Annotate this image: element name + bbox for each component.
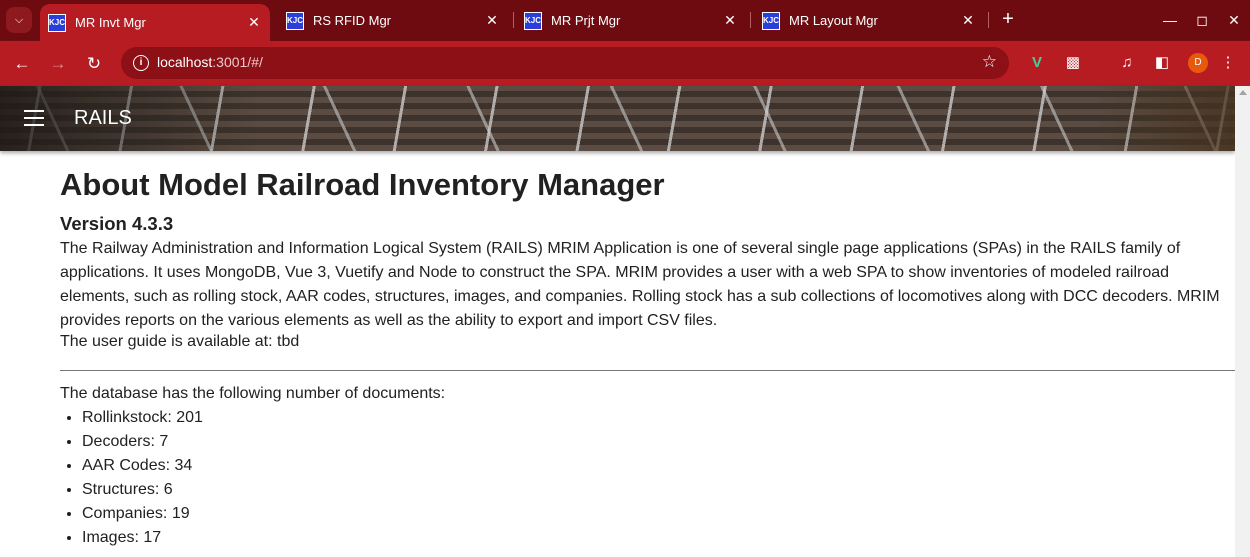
favicon-icon: KJC [286, 11, 304, 30]
plus-icon: + [1002, 8, 1014, 30]
version-heading: Version 4.3.3 [60, 213, 174, 234]
extensions-icon[interactable]: ▩ [1062, 52, 1084, 74]
close-icon[interactable]: ✕ [720, 12, 740, 29]
media-controls-icon[interactable]: ♫ [1116, 52, 1138, 74]
close-icon[interactable]: ✕ [244, 14, 264, 31]
app-bar: RAILS [0, 86, 1235, 151]
chevron-down-icon: ⌵ [14, 13, 24, 26]
browser-toolbar: ← → ↻ i localhost:3001/#/ ☆ V ▩ ♫ ◧ ⋮ [0, 41, 1250, 86]
url-host: localhost [157, 54, 213, 70]
minimize-icon: — [1163, 12, 1177, 28]
hamburger-menu-icon[interactable] [24, 110, 44, 126]
tab-separator [988, 12, 989, 28]
tab-separator [513, 12, 514, 28]
description-paragraph: The Railway Administration and Informati… [60, 240, 1220, 329]
tab-mr-prjt-mgr[interactable]: KJC MR Prjt Mgr ✕ [516, 0, 746, 41]
close-icon[interactable]: ✕ [482, 12, 502, 29]
reload-button[interactable]: ↻ [81, 51, 107, 77]
url-path: :3001/#/ [212, 54, 263, 70]
tab-separator [750, 12, 751, 28]
more-menu-icon[interactable]: ⋮ [1217, 52, 1239, 74]
database-intro: The database has the following number of… [60, 385, 446, 402]
tab-mr-layout-mgr[interactable]: KJC MR Layout Mgr ✕ [754, 0, 984, 41]
app-title: RAILS [74, 107, 132, 129]
close-window-button[interactable]: ✕ [1219, 8, 1249, 32]
address-bar[interactable]: i localhost:3001/#/ ☆ [121, 47, 1009, 79]
user-guide-text: The user guide is available at: tbd [60, 333, 300, 350]
forward-button[interactable]: → [45, 51, 71, 77]
side-panel-icon[interactable]: ◧ [1151, 52, 1173, 74]
arrow-left-icon: ← [13, 54, 31, 73]
info-icon[interactable]: i [133, 55, 149, 71]
list-item: AAR Codes: 34 [82, 454, 203, 478]
minimize-button[interactable]: — [1155, 8, 1185, 32]
back-button[interactable]: ← [9, 51, 35, 77]
divider [60, 370, 1235, 371]
tab-search-button[interactable]: ⌵ [6, 7, 32, 33]
tab-title: RS RFID Mgr [313, 13, 391, 28]
list-item: Rollinkstock: 201 [82, 406, 203, 430]
maximize-button[interactable]: ◻ [1187, 8, 1217, 32]
tab-title: MR Prjt Mgr [551, 13, 621, 28]
list-item: Companies: 19 [82, 502, 203, 526]
favicon-icon: KJC [524, 11, 542, 30]
app-bar-overlay [1095, 86, 1235, 151]
list-item: Structures: 6 [82, 478, 203, 502]
vue-devtools-icon[interactable]: V [1026, 52, 1048, 74]
reload-icon: ↻ [86, 54, 102, 73]
document-counts-list: Rollinkstock: 201 Decoders: 7 AAR Codes:… [60, 406, 203, 550]
new-tab-button[interactable]: + [996, 8, 1020, 32]
browser-tabstrip: ⌵ KJC MR Invt Mgr ✕ KJC RS RFID Mgr ✕ KJ… [0, 0, 1250, 41]
list-item: Decoders: 7 [82, 430, 203, 454]
list-item: Images: 17 [82, 526, 203, 550]
favicon-icon: KJC [48, 13, 66, 32]
maximize-icon: ◻ [1196, 12, 1208, 28]
tab-title: MR Layout Mgr [789, 13, 878, 28]
scroll-up-icon[interactable] [1239, 90, 1247, 95]
favicon-icon: KJC [762, 11, 780, 30]
close-icon[interactable]: ✕ [958, 12, 978, 29]
tab-title: MR Invt Mgr [75, 15, 146, 30]
profile-avatar[interactable]: D [1188, 53, 1208, 73]
tab-mr-invt-mgr[interactable]: KJC MR Invt Mgr ✕ [40, 4, 270, 41]
url-text[interactable]: localhost:3001/#/ [157, 54, 263, 70]
tab-rs-rfid-mgr[interactable]: KJC RS RFID Mgr ✕ [278, 0, 508, 41]
close-icon: ✕ [1228, 12, 1240, 28]
page-title: About Model Railroad Inventory Manager [60, 167, 665, 202]
arrow-right-icon: → [49, 54, 67, 73]
bookmark-star-icon[interactable]: ☆ [982, 52, 997, 72]
